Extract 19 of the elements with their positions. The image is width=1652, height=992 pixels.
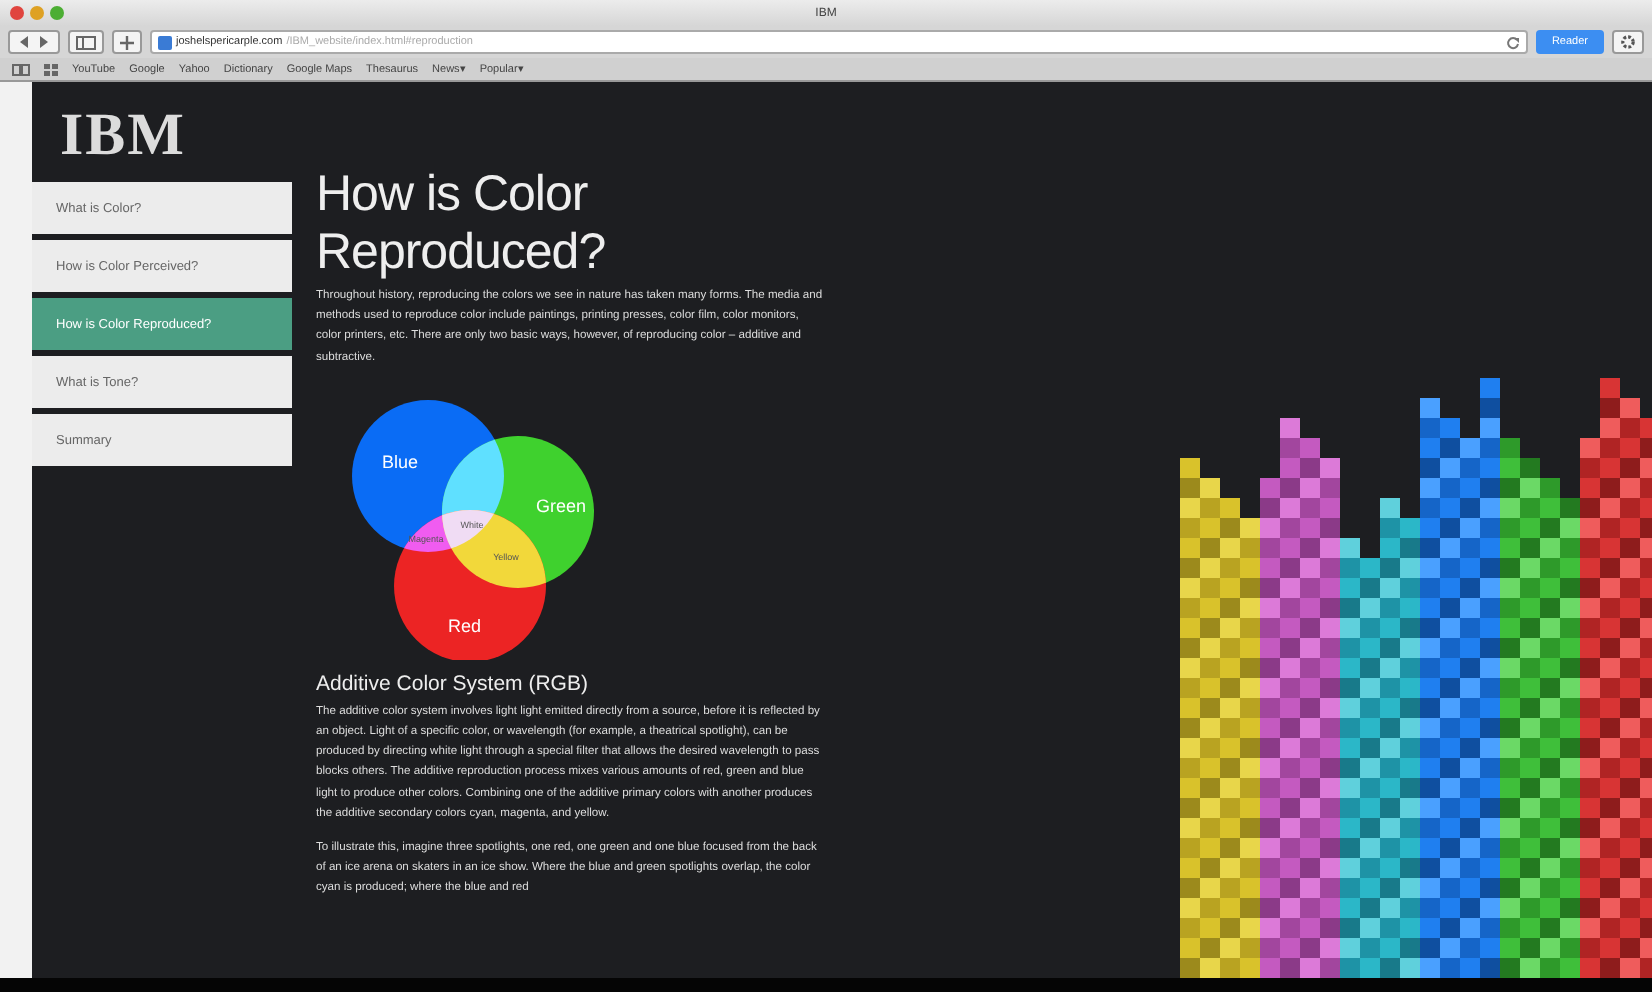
site-icon <box>158 35 172 49</box>
zoom-icon[interactable] <box>50 6 64 20</box>
grid-icon[interactable] <box>44 63 58 75</box>
settings-button[interactable] <box>1612 30 1644 54</box>
sidebar-icon <box>76 35 96 49</box>
section-heading: Additive Color System (RGB) <box>316 671 588 696</box>
gear-icon <box>1620 34 1636 50</box>
venn-label: Blue <box>382 451 419 472</box>
reading-list-icon[interactable] <box>12 63 30 75</box>
venn-label: Green <box>536 495 587 516</box>
page-title: How is Color Reproduced? <box>316 166 608 282</box>
back-forward-buttons[interactable] <box>8 30 60 54</box>
reload-icon[interactable] <box>1505 35 1520 49</box>
logo: IBM <box>60 102 186 170</box>
plus-icon <box>120 35 134 49</box>
close-icon[interactable] <box>10 6 24 20</box>
add-button[interactable] <box>112 30 142 54</box>
venn-label: Red <box>448 615 482 636</box>
sidebar-button[interactable] <box>68 30 104 54</box>
